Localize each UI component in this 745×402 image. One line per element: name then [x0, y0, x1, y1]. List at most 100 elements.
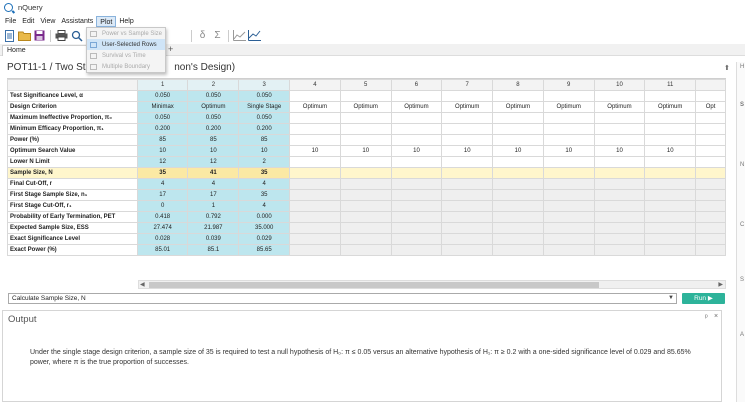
grid-cell[interactable]: 10 [289, 145, 341, 157]
grid-cell[interactable]: 0.028 [136, 233, 189, 245]
grid-cell[interactable] [695, 156, 726, 168]
grid-cell[interactable] [339, 112, 392, 124]
grid-cell[interactable]: 17 [136, 189, 189, 201]
grid-cell[interactable] [492, 112, 544, 124]
menu-file[interactable]: File [2, 16, 19, 27]
grid-cell[interactable] [644, 211, 697, 223]
grid-cell[interactable] [593, 156, 646, 168]
grid-cell[interactable] [339, 90, 392, 102]
grid-cell[interactable]: 10 [593, 145, 646, 157]
grid-cell[interactable] [593, 134, 646, 146]
grid-cell[interactable] [289, 156, 341, 168]
grid-cell[interactable]: 4 [136, 178, 189, 190]
grid-cell[interactable] [542, 134, 595, 146]
grid-cell[interactable]: Minimax [136, 101, 189, 113]
grid-cell[interactable] [542, 156, 595, 168]
grid-cell[interactable] [695, 112, 726, 124]
add-tab-button[interactable]: + [168, 44, 173, 54]
column-header[interactable]: 1 [136, 79, 189, 91]
grid-cell[interactable] [441, 211, 494, 223]
grid-cell[interactable] [390, 222, 443, 234]
grid-cell[interactable] [492, 233, 544, 245]
grid-cell[interactable] [441, 167, 494, 179]
grid-cell[interactable] [441, 123, 494, 135]
grid-cell[interactable]: 2 [238, 156, 291, 168]
grid-cell[interactable] [695, 211, 726, 223]
grid-cell[interactable] [390, 123, 443, 135]
grid-cell[interactable] [542, 112, 595, 124]
column-header[interactable]: 9 [542, 79, 595, 91]
grid-cell[interactable] [390, 134, 443, 146]
grid-cell[interactable] [339, 134, 392, 146]
grid-cell[interactable] [289, 178, 341, 190]
grid-cell[interactable]: 0.029 [238, 233, 291, 245]
grid-cell[interactable] [542, 200, 595, 212]
grid-cell[interactable] [644, 189, 697, 201]
line-chart-icon[interactable] [233, 29, 246, 42]
grid-cell[interactable]: Optimum [492, 101, 544, 113]
column-header[interactable]: 10 [593, 79, 646, 91]
new-document-icon[interactable] [3, 29, 16, 42]
grid-cell[interactable] [441, 222, 494, 234]
grid-cell[interactable]: 0.000 [238, 211, 291, 223]
grid-cell[interactable]: 10 [492, 145, 544, 157]
grid-cell[interactable] [542, 189, 595, 201]
grid-cell[interactable] [441, 189, 494, 201]
grid-cell[interactable]: Optimum [542, 101, 595, 113]
grid-cell[interactable] [695, 200, 726, 212]
grid-cell[interactable] [390, 244, 443, 256]
grid-cell[interactable] [339, 167, 392, 179]
grid-cell[interactable] [695, 244, 726, 256]
grid-cell[interactable] [339, 156, 392, 168]
run-button[interactable]: Run ▶ [682, 293, 725, 304]
grid-cell[interactable]: Optimum [187, 101, 240, 113]
grid-cell[interactable]: 35 [238, 167, 291, 179]
grid-cell[interactable]: 41 [187, 167, 240, 179]
grid-cell[interactable] [339, 244, 392, 256]
pin-icon[interactable]: ᵖ [705, 314, 708, 321]
column-header[interactable]: 2 [187, 79, 240, 91]
grid-cell[interactable] [289, 189, 341, 201]
grid-cell[interactable]: 10 [441, 145, 494, 157]
grid-cell[interactable] [695, 222, 726, 234]
column-header[interactable]: 8 [492, 79, 544, 91]
grid-cell[interactable]: 10 [136, 145, 189, 157]
column-header[interactable]: 6 [390, 79, 443, 91]
grid-cell[interactable] [390, 200, 443, 212]
grid-cell[interactable] [390, 167, 443, 179]
grid-cell[interactable]: 0.050 [187, 112, 240, 124]
grid-cell[interactable]: 35.000 [238, 222, 291, 234]
menu-item-multiple-boundary[interactable]: Multiple Boundary [87, 61, 165, 72]
scrollbar-thumb[interactable] [149, 282, 599, 288]
open-folder-icon[interactable] [18, 29, 31, 42]
grid-cell[interactable]: 85 [187, 134, 240, 146]
grid-cell[interactable] [492, 134, 544, 146]
grid-cell[interactable] [492, 123, 544, 135]
grid-cell[interactable] [593, 244, 646, 256]
grid-cell[interactable] [289, 200, 341, 212]
grid-cell[interactable] [593, 90, 646, 102]
grid-cell[interactable]: 12 [187, 156, 240, 168]
grid-cell[interactable] [492, 200, 544, 212]
menu-edit[interactable]: Edit [19, 16, 37, 27]
grid-cell[interactable] [542, 123, 595, 135]
grid-cell[interactable] [593, 222, 646, 234]
save-icon[interactable] [33, 29, 46, 42]
grid-cell[interactable] [542, 244, 595, 256]
grid-cell[interactable]: 17 [187, 189, 240, 201]
grid-cell[interactable] [542, 178, 595, 190]
grid-cell[interactable] [390, 112, 443, 124]
grid-cell[interactable] [695, 145, 726, 157]
horizontal-scrollbar[interactable]: ◀ ▶ [138, 280, 726, 289]
grid-cell[interactable]: 10 [238, 145, 291, 157]
grid-cell[interactable]: 4 [238, 178, 291, 190]
grid-cell[interactable] [593, 233, 646, 245]
grid-cell[interactable] [492, 244, 544, 256]
grid-cell[interactable] [390, 178, 443, 190]
grid-cell[interactable]: 21.987 [187, 222, 240, 234]
grid-cell[interactable] [289, 90, 341, 102]
grid-cell[interactable]: 0.050 [238, 90, 291, 102]
grid-cell[interactable] [492, 156, 544, 168]
grid-cell[interactable]: 12 [136, 156, 189, 168]
grid-cell[interactable] [441, 244, 494, 256]
